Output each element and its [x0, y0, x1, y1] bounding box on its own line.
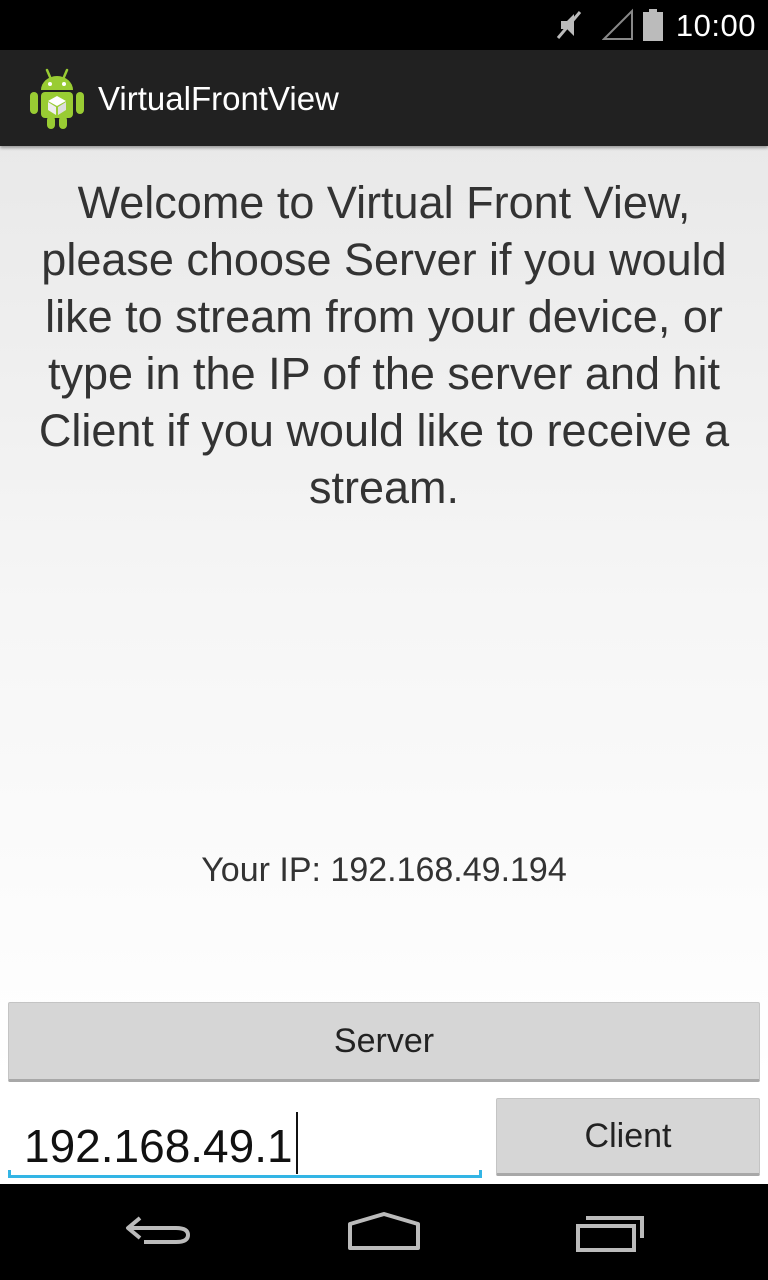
- recents-icon[interactable]: [572, 1204, 652, 1265]
- client-button[interactable]: Client: [496, 1098, 760, 1176]
- server-button-label: Server: [333, 1021, 435, 1060]
- app-title: VirtualFrontView: [98, 80, 339, 117]
- server-ip-input-value: 192.168.49.1: [24, 1112, 298, 1174]
- android-app-icon: [28, 66, 86, 135]
- home-icon[interactable]: [344, 1204, 424, 1265]
- back-icon[interactable]: [120, 1204, 200, 1265]
- battery-icon: [642, 8, 664, 47]
- mute-icon: [552, 8, 586, 47]
- input-underline: [8, 1170, 482, 1178]
- main-content: Welcome to Virtual Front View, please ch…: [0, 146, 768, 1184]
- server-ip-input[interactable]: 192.168.49.1: [8, 1096, 482, 1178]
- text-cursor: [295, 1112, 298, 1174]
- server-button[interactable]: Server: [8, 1002, 760, 1082]
- action-bar: VirtualFrontView: [0, 50, 768, 146]
- navigation-bar: [0, 1184, 768, 1280]
- client-button-label: Client: [584, 1116, 672, 1155]
- signal-icon: [601, 8, 634, 47]
- your-ip-label: Your IP: 192.168.49.194: [201, 851, 567, 889]
- clock: 10:00: [675, 8, 756, 43]
- welcome-text: Welcome to Virtual Front View, please ch…: [38, 177, 730, 513]
- status-bar: 10:00: [0, 0, 768, 50]
